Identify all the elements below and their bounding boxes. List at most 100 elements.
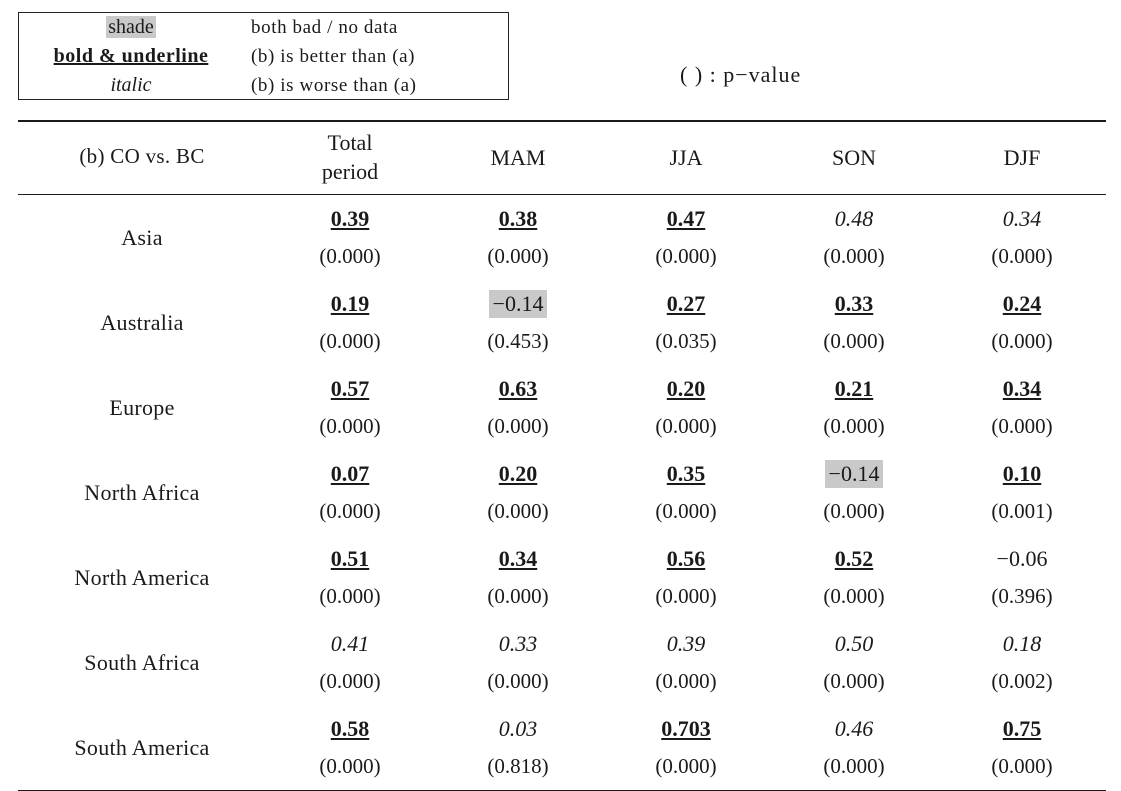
column-header-djf: DJF [1003,144,1041,170]
legend-desc-italic: (b) is worse than (a) [251,74,417,96]
cell-value: 0.39 [266,195,434,238]
cell-pvalue: (0.000) [823,498,885,523]
cell-value-text: 0.63 [498,376,538,402]
cell-pvalue: (0.000) [991,243,1053,268]
cell-pvalue: (0.000) [991,328,1053,353]
cell-pvalue: (0.000) [602,747,770,791]
cell-value-text: 0.34 [498,546,538,572]
correlation-table-wrapper: (b) CO vs. BC Total period MAM JJA SON D… [18,120,1106,791]
cell-value: 0.33 [434,620,602,662]
cell-value: 0.703 [602,705,770,747]
legend-italic-sample: italic [110,74,152,96]
cell-value: 0.21 [770,365,938,407]
cell-pvalue: (0.001) [991,498,1053,523]
cell-value-text: −0.14 [488,290,548,319]
cell-value-text: 0.34 [1002,376,1042,402]
table-body: Asia 0.39 0.38 0.47 0.48 0.34 (0.000) (0.000) (0… [18,195,1106,791]
cell-pvalue: (0.000) [655,413,717,438]
cell-pvalue: (0.000) [655,243,717,268]
legend-shade-chip: shade [106,16,156,38]
cell-value: 0.27 [602,280,770,322]
cell-value-text: 0.39 [330,206,370,232]
cell-value-text: 0.75 [1002,716,1042,742]
column-header-son: SON [831,144,876,170]
cell-value-text: 0.19 [330,291,370,317]
cell-value: 0.18 [938,620,1106,662]
cell-pvalue: (0.000) [770,747,938,791]
cell-value: 0.19 [266,280,434,322]
cell-pvalue: (0.000) [823,668,885,693]
cell-value-text: 0.35 [666,461,706,487]
cell-value: 0.51 [266,535,434,577]
cell-pvalue: (0.000) [487,413,549,438]
column-header-total: Total period [266,121,434,195]
table-row: Asia 0.39 0.38 0.47 0.48 0.34 [18,195,1106,250]
cell-value-text: 0.703 [661,716,711,742]
table-row: North Africa 0.07 0.20 0.35 −0.14 0.10 [18,450,1106,505]
cell-value-text: 0.51 [330,546,370,572]
cell-value: 0.63 [434,365,602,407]
cell-value: 0.34 [434,535,602,577]
cell-value-text: 0.07 [330,461,370,487]
table-header-row: (b) CO vs. BC Total period MAM JJA SON D… [18,121,1106,195]
cell-value: −0.06 [938,535,1106,577]
cell-pvalue: (0.000) [823,243,885,268]
row-label-north-america: North America [74,564,210,590]
cell-pvalue: (0.000) [319,668,381,693]
cell-pvalue: (0.000) [823,583,885,608]
table-row: Europe 0.57 0.63 0.20 0.21 0.34 [18,365,1106,420]
row-label-south-africa: South Africa [84,649,200,675]
cell-value: −0.14 [770,450,938,492]
cell-value-text: 0.41 [330,631,370,657]
table-row: North America 0.51 0.34 0.56 0.52 −0.06 [18,535,1106,590]
cell-value-text: −0.14 [824,460,884,489]
cell-pvalue: (0.000) [823,413,885,438]
legend-row-italic: italic (b) is worse than (a) [19,71,508,100]
table-row: South Africa 0.41 0.33 0.39 0.50 0.18 [18,620,1106,675]
cell-value-text: 0.27 [666,291,706,317]
legend-row-shade: shade both bad / no data [19,13,508,42]
cell-value-text: 0.46 [834,716,874,742]
row-label-south-america: South America [18,705,266,791]
row-label-australia: Australia [100,309,184,335]
cell-value: 0.46 [770,705,938,747]
cell-value-text: 0.20 [666,376,706,402]
legend-key-bold-underline: bold & underline [19,45,247,68]
cell-value: 0.50 [770,620,938,662]
cell-value-text: 0.18 [1002,631,1042,657]
column-header-mam: MAM [490,144,546,170]
cell-pvalue: (0.000) [319,243,381,268]
cell-pvalue: (0.002) [991,668,1053,693]
legend-row-bold-underline: bold & underline (b) is better than (a) [19,42,508,71]
cell-value: 0.56 [602,535,770,577]
cell-value: 0.38 [434,195,602,238]
row-label-north-africa: North Africa [84,479,200,505]
table-header: (b) CO vs. BC Total period MAM JJA SON D… [18,121,1106,195]
cell-value: 0.20 [434,450,602,492]
cell-pvalue: (0.000) [655,498,717,523]
legend-desc-bold-underline: (b) is better than (a) [251,45,416,67]
cell-pvalue: (0.000) [991,413,1053,438]
cell-pvalue: (0.000) [487,583,549,608]
cell-value: 0.35 [602,450,770,492]
row-label-europe: Europe [109,394,175,420]
row-label-asia: Asia [121,224,163,250]
cell-value-text: 0.57 [330,376,370,402]
correlation-table: (b) CO vs. BC Total period MAM JJA SON D… [18,120,1106,791]
cell-value: 0.07 [266,450,434,492]
cell-value: 0.57 [266,365,434,407]
legend-bold-underline-sample: bold & underline [53,45,209,67]
cell-value-text: 0.50 [834,631,874,657]
cell-pvalue: (0.000) [319,413,381,438]
cell-value: 0.10 [938,450,1106,492]
cell-value: 0.20 [602,365,770,407]
cell-value-text: −0.06 [996,546,1048,572]
cell-value-text: 0.34 [1002,206,1042,232]
cell-pvalue: (0.000) [655,668,717,693]
cell-value: 0.34 [938,365,1106,407]
cell-value-text: 0.48 [834,206,874,232]
cell-value: 0.75 [938,705,1106,747]
cell-value: 0.58 [266,705,434,747]
cell-value-text: 0.58 [330,716,370,742]
cell-value-text: 0.52 [834,546,874,572]
